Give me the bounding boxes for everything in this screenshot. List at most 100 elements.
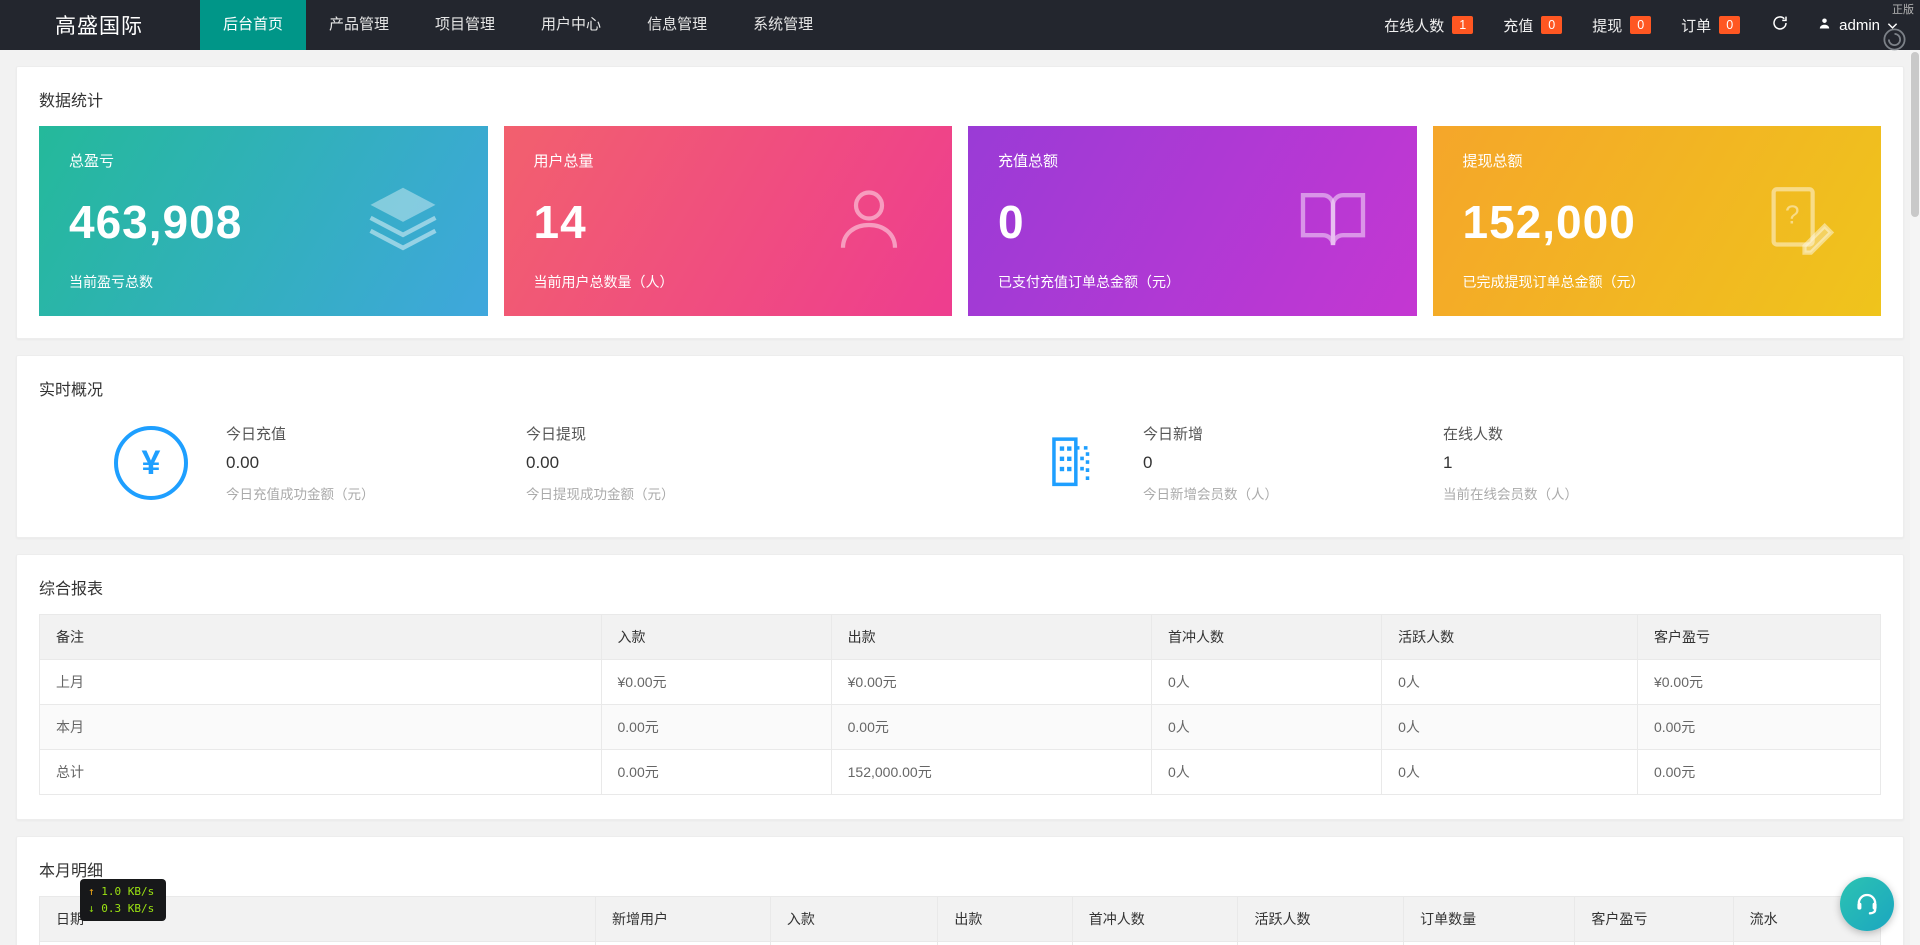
rt-label: 今日新增 xyxy=(1143,423,1443,444)
table-cell: ¥0.00元 xyxy=(1637,660,1880,705)
net-up: ↑ ↑ 1.0 KB/s1.0 KB/s xyxy=(88,883,158,900)
table-cell: 0.00元 xyxy=(601,705,831,750)
table-cell: 0条 xyxy=(1404,942,1575,945)
brand-logo: 高盛国际 xyxy=(0,0,200,50)
scrollbar-thumb[interactable] xyxy=(1911,52,1919,217)
report-table-head: 备注入款出款首冲人数活跃人数客户盈亏 xyxy=(40,615,1881,660)
recharge-item[interactable]: 充值 0 xyxy=(1488,0,1577,50)
header-row: 备注入款出款首冲人数活跃人数客户盈亏 xyxy=(40,615,1881,660)
support-button[interactable] xyxy=(1840,877,1894,931)
month-detail-title: 本月明细 xyxy=(17,837,1903,896)
menu-item-info[interactable]: 信息管理 xyxy=(624,0,730,50)
stat-card-total-users: 用户总量 14 当前用户总数量（人） xyxy=(504,126,953,316)
table-cell: ¥0.00元 xyxy=(831,660,1151,705)
headset-icon xyxy=(1853,888,1881,921)
table-cell: 0.00元 xyxy=(938,942,1072,945)
table-cell: 0人 xyxy=(595,942,770,945)
rt-desc: 当前在线会员数（人） xyxy=(1443,483,1743,503)
rt-value: 1 xyxy=(1443,453,1743,473)
rt-desc: 今日新增会员数（人） xyxy=(1143,483,1443,503)
refresh-button[interactable] xyxy=(1755,0,1805,50)
vertical-scrollbar xyxy=(1910,50,1920,945)
table-cell: 2024-03-01 xyxy=(40,942,596,945)
menu-item-users[interactable]: 用户中心 xyxy=(518,0,624,50)
rt-value: 0.00 xyxy=(226,453,526,473)
table-row: 本月0.00元0.00元0人0人0.00元 xyxy=(40,705,1881,750)
rt-value: 0.00 xyxy=(526,453,826,473)
top-navbar: 高盛国际 后台首页 产品管理 项目管理 用户中心 信息管理 系统管理 在线人数 … xyxy=(0,0,1920,50)
username: admin xyxy=(1839,17,1880,34)
column-header: 新增用户 xyxy=(595,897,770,942)
online-count-item[interactable]: 在线人数 1 xyxy=(1369,0,1488,50)
stat-desc: 已支付充值订单总金额（元） xyxy=(998,272,1387,292)
refresh-icon xyxy=(1771,14,1789,37)
online-count-badge: 1 xyxy=(1452,16,1473,34)
realtime-panel-title: 实时概况 xyxy=(17,356,1903,415)
orders-label: 订单 xyxy=(1681,15,1711,36)
month-detail-table: 日期新增用户入款出款首冲人数活跃人数订单数量客户盈亏流水 2024-03-010… xyxy=(39,896,1881,945)
table-cell: ¥0.00元 xyxy=(1575,942,1733,945)
column-header: 备注 xyxy=(40,615,602,660)
table-cell: ¥0.00元 xyxy=(1733,942,1880,945)
user-icon xyxy=(1817,16,1832,35)
table-cell: 本月 xyxy=(40,705,602,750)
stats-panel-title: 数据统计 xyxy=(17,67,1903,126)
today-recharge-item: 今日充值 0.00 今日充值成功金额（元） xyxy=(226,423,526,503)
stat-label: 充值总额 xyxy=(998,150,1387,171)
stat-label: 提现总额 xyxy=(1463,150,1852,171)
withdraw-item[interactable]: 提现 0 xyxy=(1577,0,1666,50)
rt-desc: 今日提现成功金额（元） xyxy=(526,483,826,503)
stat-label: 总盈亏 xyxy=(69,150,458,171)
recharge-badge: 0 xyxy=(1541,16,1562,34)
net-down: ↓ ↓ 0.3 KB/s0.3 KB/s xyxy=(88,900,158,917)
yen-circle-icon: ¥ xyxy=(114,426,188,500)
stat-card-total-recharge: 充值总额 0 已支付充值订单总金额（元） xyxy=(968,126,1417,316)
report-panel: 综合报表 备注入款出款首冲人数活跃人数客户盈亏 上月¥0.00元¥0.00元0人… xyxy=(16,554,1904,820)
table-row: 总计0.00元152,000.00元0人0人0.00元 xyxy=(40,750,1881,795)
table-cell: 0人 xyxy=(1238,942,1404,945)
table-cell: 0人 xyxy=(1072,942,1238,945)
table-row: 2024-03-010人¥0.00元0.00元0人0人0条¥0.00元¥0.00… xyxy=(40,942,1881,945)
report-panel-title: 综合报表 xyxy=(17,555,1903,614)
swirl-icon[interactable] xyxy=(1881,26,1908,58)
network-speed-overlay: ↑ ↑ 1.0 KB/s1.0 KB/s ↓ ↓ 0.3 KB/s0.3 KB/… xyxy=(80,879,166,921)
header-row: 日期新增用户入款出款首冲人数活跃人数订单数量客户盈亏流水 xyxy=(40,897,1881,942)
menu-item-system[interactable]: 系统管理 xyxy=(730,0,836,50)
rt-label: 今日提现 xyxy=(526,423,826,444)
table-cell: 152,000.00元 xyxy=(831,750,1151,795)
table-cell: 0人 xyxy=(1382,660,1638,705)
column-header: 订单数量 xyxy=(1404,897,1575,942)
table-cell: 上月 xyxy=(40,660,602,705)
menu-item-home[interactable]: 后台首页 xyxy=(200,0,306,50)
stat-desc: 已完成提现订单总金额（元） xyxy=(1463,272,1852,292)
recharge-label: 充值 xyxy=(1503,15,1533,36)
main-menu: 后台首页 产品管理 项目管理 用户中心 信息管理 系统管理 xyxy=(200,0,836,50)
menu-item-projects[interactable]: 项目管理 xyxy=(412,0,518,50)
orders-item[interactable]: 订单 0 xyxy=(1666,0,1755,50)
realtime-panel: 实时概况 ¥ 今日充值 0.00 今日充值成功金额（元） 今日提现 0.00 今… xyxy=(16,355,1904,538)
table-cell: 0人 xyxy=(1151,705,1381,750)
column-header: 出款 xyxy=(938,897,1072,942)
month-table-body: 2024-03-010人¥0.00元0.00元0人0人0条¥0.00元¥0.00… xyxy=(40,942,1881,945)
table-row: 上月¥0.00元¥0.00元0人0人¥0.00元 xyxy=(40,660,1881,705)
menu-item-products[interactable]: 产品管理 xyxy=(306,0,412,50)
column-header: 客户盈亏 xyxy=(1637,615,1880,660)
column-header: 活跃人数 xyxy=(1238,897,1404,942)
watermark-text: 正版 xyxy=(1892,1,1914,17)
month-detail-panel: 本月明细 日期新增用户入款出款首冲人数活跃人数订单数量客户盈亏流水 2024-0… xyxy=(16,836,1904,945)
table-cell: 0.00元 xyxy=(1637,750,1880,795)
realtime-row: ¥ 今日充值 0.00 今日充值成功金额（元） 今日提现 0.00 今日提现成功… xyxy=(17,415,1903,537)
rt-value: 0 xyxy=(1143,453,1443,473)
layers-icon xyxy=(362,178,444,265)
withdraw-badge: 0 xyxy=(1630,16,1651,34)
table-cell: 0.00元 xyxy=(831,705,1151,750)
table-cell: 0人 xyxy=(1382,705,1638,750)
report-table-body: 上月¥0.00元¥0.00元0人0人¥0.00元本月0.00元0.00元0人0人… xyxy=(40,660,1881,795)
table-cell: 0.00元 xyxy=(1637,705,1880,750)
today-withdraw-item: 今日提现 0.00 今日提现成功金额（元） xyxy=(526,423,826,503)
month-table-head: 日期新增用户入款出款首冲人数活跃人数订单数量客户盈亏流水 xyxy=(40,897,1881,942)
column-header: 首冲人数 xyxy=(1151,615,1381,660)
table-cell: 0.00元 xyxy=(601,750,831,795)
realtime-group-members: 今日新增 0 今日新增会员数（人） 在线人数 1 当前在线会员数（人） xyxy=(960,423,1881,503)
rt-label: 在线人数 xyxy=(1443,423,1743,444)
